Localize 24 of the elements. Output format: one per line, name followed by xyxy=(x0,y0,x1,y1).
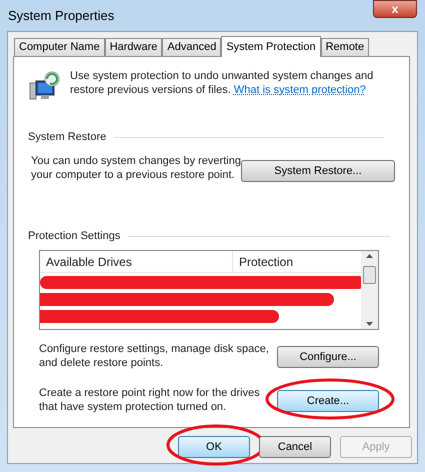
action-text: Create a restore point right now for the drives that have system protection turned on. xyxy=(39,386,261,414)
column-header[interactable]: Protection xyxy=(233,251,361,272)
tab[interactable]: Hardware xyxy=(104,38,162,56)
scroll-up-icon[interactable] xyxy=(366,254,373,258)
section-heading: Protection Settings xyxy=(28,228,120,244)
system-restore-button[interactable]: System Restore... xyxy=(241,160,395,182)
scroll-thumb[interactable] xyxy=(363,266,376,284)
create-button[interactable]: Create... xyxy=(277,390,379,412)
section-heading: System Restore xyxy=(28,130,106,145)
scrollbar[interactable] xyxy=(361,251,378,330)
window-title: System Properties xyxy=(8,7,114,25)
tab[interactable]: Advanced xyxy=(162,38,222,56)
tab[interactable]: System Protection xyxy=(221,36,321,57)
help-link[interactable]: What is system protection? xyxy=(234,84,366,96)
tab[interactable]: Remote xyxy=(320,38,370,56)
scroll-down-icon[interactable] xyxy=(366,322,373,326)
restore-text: You can undo system changes by reverting your computer to a previous restore point. xyxy=(31,154,241,182)
ok-button[interactable]: OK xyxy=(178,436,250,458)
action-text: Configure restore settings, manage disk space, and delete restore points. xyxy=(39,342,270,370)
tab[interactable]: Computer Name xyxy=(14,38,105,56)
column-header[interactable]: Available Drives xyxy=(40,251,233,272)
intro-text: Use system protection to undo unwanted system changes and restore previous versions of files. What is system protection? xyxy=(70,69,374,98)
cancel-button[interactable]: Cancel xyxy=(259,436,331,458)
configure-button[interactable]: Configure... xyxy=(277,346,379,368)
